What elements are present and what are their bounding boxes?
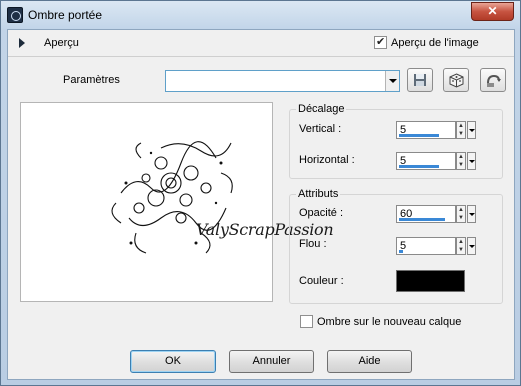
- new-layer-label[interactable]: Ombre sur le nouveau calque: [317, 316, 461, 328]
- attributes-group-title: Attributs: [296, 188, 341, 200]
- blur-slider-bar[interactable]: [399, 250, 403, 253]
- preview-artwork: [111, 141, 233, 254]
- vertical-spinner[interactable]: 5 ▲ ▼: [396, 121, 476, 139]
- preset-icon: [449, 73, 463, 88]
- opacity-slider-bar[interactable]: [399, 218, 445, 221]
- offset-group-title: Décalage: [296, 103, 347, 115]
- blur-spinner[interactable]: 5 ▲ ▼: [396, 237, 476, 255]
- image-preview: ValyScrapPassion: [20, 102, 334, 302]
- preview-bar: Aperçu Aperçu de l'image: [8, 30, 514, 56]
- window-title: Ombre portée: [28, 8, 103, 22]
- color-swatch[interactable]: [396, 270, 465, 292]
- expand-arrow-icon[interactable]: [19, 38, 25, 48]
- presets-dropdown[interactable]: [165, 70, 400, 92]
- cancel-button[interactable]: Annuler: [229, 350, 314, 373]
- horizontal-stepper-icon[interactable]: ▲ ▼: [456, 152, 466, 170]
- new-layer-checkbox[interactable]: [300, 315, 313, 328]
- vertical-label: Vertical :: [299, 123, 342, 135]
- blur-input[interactable]: 5: [396, 237, 456, 255]
- blur-dropdown-icon[interactable]: [467, 237, 476, 255]
- horizontal-dropdown-icon[interactable]: [467, 152, 476, 170]
- title-bar[interactable]: Ombre portée ✕: [1, 1, 520, 29]
- opacity-spinner[interactable]: 60 ▲ ▼: [396, 205, 476, 223]
- horizontal-slider-bar[interactable]: [399, 165, 439, 168]
- blur-label: Flou :: [299, 238, 327, 250]
- horizontal-input[interactable]: 5: [396, 152, 456, 170]
- reset-icon: [487, 74, 501, 87]
- close-button[interactable]: ✕: [471, 2, 514, 21]
- vertical-slider-bar[interactable]: [399, 134, 439, 137]
- presets-label: Paramètres: [63, 74, 120, 86]
- opacity-input[interactable]: 60: [396, 205, 456, 223]
- save-preset-button[interactable]: [407, 68, 433, 92]
- vertical-stepper-icon[interactable]: ▲ ▼: [456, 121, 466, 139]
- preset-dice-button[interactable]: [443, 68, 469, 92]
- color-label: Couleur :: [299, 275, 344, 287]
- opacity-label: Opacité :: [299, 207, 344, 219]
- horizontal-label: Horizontal :: [299, 154, 355, 166]
- horizontal-spinner[interactable]: 5 ▲ ▼: [396, 152, 476, 170]
- dialog-body: Aperçu Aperçu de l'image Paramètres: [7, 29, 515, 380]
- opacity-stepper-icon[interactable]: ▲ ▼: [456, 205, 466, 223]
- preview-toggle-label[interactable]: Aperçu: [44, 37, 79, 49]
- blur-stepper-icon[interactable]: ▲ ▼: [456, 237, 466, 255]
- ok-button[interactable]: OK: [130, 350, 216, 373]
- help-button[interactable]: Aide: [327, 350, 412, 373]
- reset-button[interactable]: [480, 68, 506, 92]
- app-icon: [7, 7, 23, 23]
- vertical-dropdown-icon[interactable]: [467, 121, 476, 139]
- vertical-input[interactable]: 5: [396, 121, 456, 139]
- opacity-dropdown-icon[interactable]: [467, 205, 476, 223]
- divider: [8, 56, 514, 57]
- save-icon: [414, 74, 426, 86]
- image-preview-label[interactable]: Aperçu de l'image: [391, 37, 479, 49]
- chevron-down-icon[interactable]: [385, 71, 399, 91]
- dialog-window: Ombre portée ✕ Aperçu Aperçu de l'image …: [0, 0, 521, 386]
- image-preview-checkbox[interactable]: [374, 35, 387, 49]
